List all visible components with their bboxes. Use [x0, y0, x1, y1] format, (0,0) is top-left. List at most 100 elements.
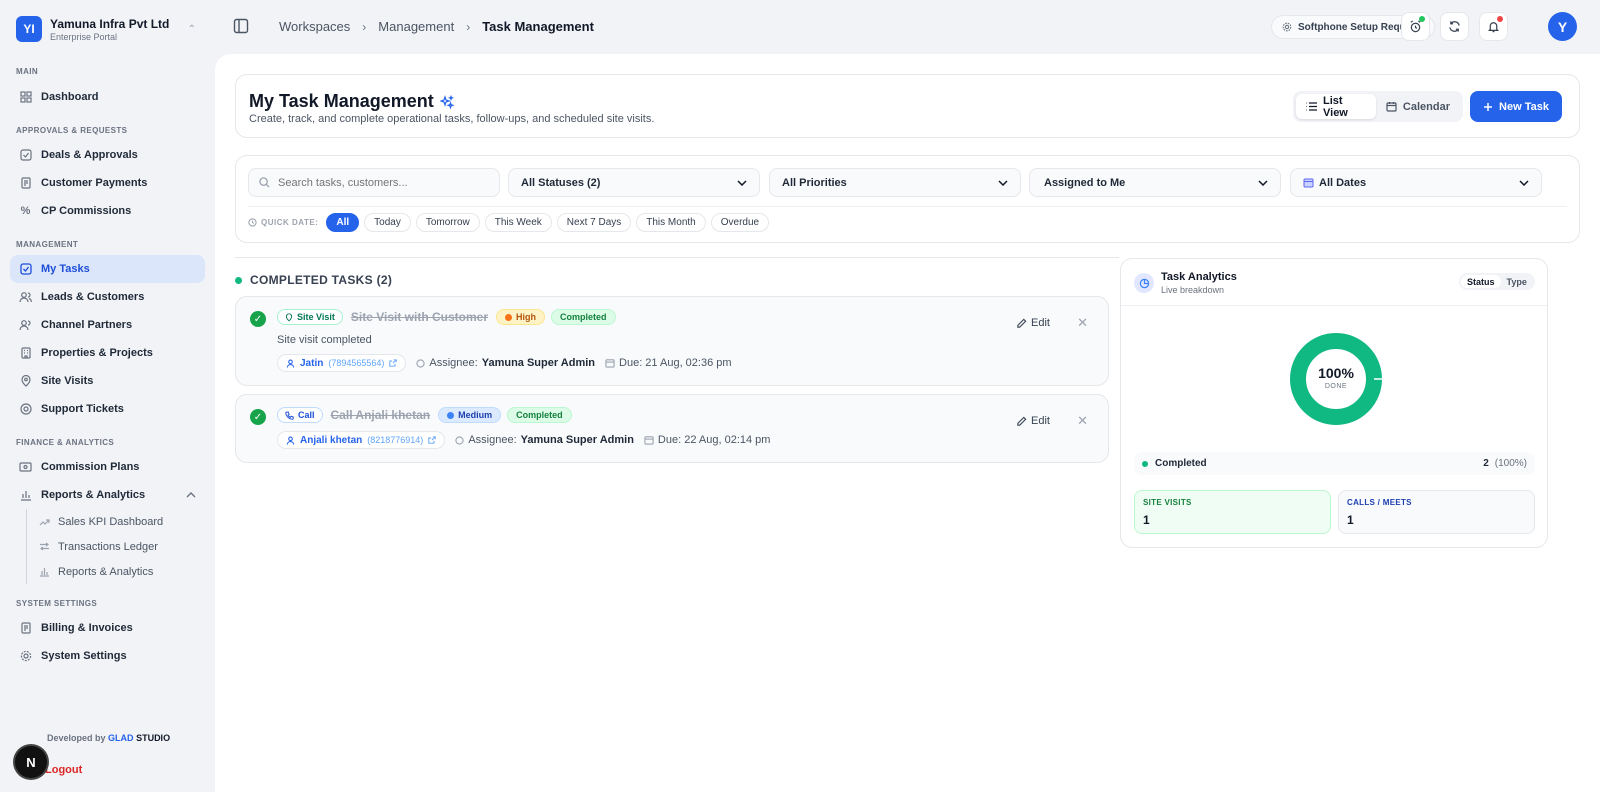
- edit-task-button[interactable]: Edit: [1016, 415, 1050, 427]
- developer-credit-studio: STUDIO: [136, 733, 171, 743]
- sidebar-item-leads[interactable]: Leads & Customers: [10, 283, 205, 311]
- task-card[interactable]: ✓ Site Visit Site Visit with Customer Hi…: [235, 296, 1109, 386]
- site-visits-stat: SITE VISITS 1: [1134, 490, 1331, 534]
- sidebar-item-billing[interactable]: Billing & Invoices: [10, 614, 205, 642]
- customer-name: Jatin: [300, 357, 324, 369]
- stat-value: 1: [1347, 513, 1354, 527]
- check-circle-icon[interactable]: ✓: [250, 409, 266, 425]
- quick-date-today[interactable]: Today: [364, 213, 411, 232]
- analytics-tab-status[interactable]: Status: [1461, 275, 1501, 288]
- quick-date-this-month[interactable]: This Month: [636, 213, 706, 232]
- completion-label: DONE: [1324, 383, 1348, 390]
- status-badge: Completed: [551, 309, 616, 325]
- user-icon: [286, 359, 295, 368]
- new-task-button[interactable]: New Task: [1470, 91, 1562, 122]
- search-input[interactable]: [278, 176, 478, 189]
- chevron-down-icon: [1258, 179, 1268, 186]
- sidebar-item-properties[interactable]: Properties & Projects: [10, 339, 205, 367]
- sidebar-item-reports[interactable]: Reports & Analytics: [10, 481, 205, 509]
- sidebar-item-label: Reports & Analytics: [41, 489, 146, 501]
- check-circle-icon[interactable]: ✓: [250, 311, 266, 327]
- chevron-up-icon[interactable]: [186, 492, 196, 498]
- avatar[interactable]: Y: [1548, 12, 1577, 41]
- analytics-tab-type[interactable]: Type: [1501, 275, 1533, 288]
- alarm-button[interactable]: [1401, 12, 1430, 41]
- stat-label: CALLS / MEETS: [1347, 498, 1412, 507]
- sidebar-item-deals[interactable]: Deals & Approvals: [10, 141, 205, 169]
- sidebar-item-dashboard[interactable]: Dashboard: [10, 83, 205, 111]
- quick-date-all[interactable]: All: [326, 213, 360, 232]
- assignee-filter-select[interactable]: Assigned to Me: [1029, 168, 1281, 197]
- due-date: Due: 21 Aug, 02:36 pm: [619, 357, 732, 369]
- search-box[interactable]: [248, 168, 500, 197]
- priority-filter-select[interactable]: All Priorities: [769, 168, 1021, 197]
- quick-date-this-week[interactable]: This Week: [484, 213, 552, 232]
- legend-label: Completed: [1155, 458, 1207, 469]
- sidebar-item-my-tasks[interactable]: My Tasks: [10, 255, 205, 283]
- edit-label: Edit: [1031, 317, 1050, 329]
- calendar-icon: [1303, 177, 1314, 188]
- refresh-icon: [1448, 20, 1461, 33]
- close-icon[interactable]: ✕: [1077, 413, 1088, 429]
- list-view-label: List View: [1323, 94, 1348, 119]
- list-view-button[interactable]: List View: [1296, 94, 1376, 119]
- task-title-row: Call Call Anjali khetan Medium Completed: [277, 407, 572, 423]
- user-icon: [286, 436, 295, 445]
- sidebar-item-channel-partners[interactable]: Channel Partners: [10, 311, 205, 339]
- sidebar-subitem-reports[interactable]: Reports & Analytics: [35, 559, 205, 584]
- stat-label: SITE VISITS: [1143, 498, 1192, 507]
- notification-dot: [1497, 16, 1503, 22]
- sidebar-item-settings[interactable]: System Settings: [10, 642, 205, 670]
- dev-tools-badge[interactable]: N: [15, 746, 47, 778]
- due-wrap: Due: 22 Aug, 02:14 pm: [644, 434, 770, 446]
- priority-label: High: [516, 312, 536, 322]
- task-description: Site visit completed: [277, 334, 372, 346]
- sidebar-subitem-ledger[interactable]: Transactions Ledger: [35, 534, 205, 559]
- sidebar-toggle-icon[interactable]: [233, 18, 249, 34]
- task-type-label: Site Visit: [297, 312, 335, 322]
- task-title-row: Site Visit Site Visit with Customer High…: [277, 309, 616, 325]
- assignee-wrap: Assignee: Yamuna Super Admin: [455, 434, 634, 446]
- developer-credit-glad: GLAD: [108, 733, 134, 743]
- task-card[interactable]: ✓ Call Call Anjali khetan Medium Complet…: [235, 394, 1109, 463]
- map-pin-icon: [285, 312, 293, 322]
- map-pin-icon: [19, 375, 32, 388]
- external-link-icon: [389, 359, 398, 367]
- edit-task-button[interactable]: Edit: [1016, 317, 1050, 329]
- sidebar-item-commission-plans[interactable]: Commission Plans: [10, 453, 205, 481]
- notifications-button[interactable]: [1479, 12, 1508, 41]
- date-filter-select[interactable]: All Dates: [1290, 168, 1542, 197]
- priority-filter-value: All Priorities: [782, 176, 847, 189]
- sidebar-item-site-visits[interactable]: Site Visits: [10, 367, 205, 395]
- task-meta: Jatin (7894565564) Assignee: Yamuna Supe…: [277, 354, 732, 372]
- quick-date-tomorrow[interactable]: Tomorrow: [415, 213, 480, 232]
- page-header-card: My Task Management Create, track, and co…: [235, 74, 1580, 138]
- quick-date-overdue[interactable]: Overdue: [710, 213, 770, 232]
- sidebar-item-cp-commissions[interactable]: % CP Commissions: [10, 197, 205, 225]
- clock-icon: [248, 218, 257, 227]
- customer-link[interactable]: Anjali khetan (8218776914): [277, 431, 446, 449]
- sidebar-item-support[interactable]: Support Tickets: [10, 395, 205, 423]
- reports-submenu: Sales KPI Dashboard Transactions Ledger …: [26, 509, 205, 584]
- calendar-view-button[interactable]: Calendar: [1376, 94, 1460, 119]
- assignee-wrap: Assignee: Yamuna Super Admin: [416, 357, 595, 369]
- page-title: My Task Management: [249, 91, 434, 111]
- logout-button[interactable]: Logout: [45, 764, 82, 776]
- external-link-icon: [428, 436, 436, 444]
- workspace-switcher[interactable]: YI Yamuna Infra Pvt Ltd Enterprise Porta…: [16, 16, 196, 42]
- status-filter-select[interactable]: All Statuses (2): [508, 168, 760, 197]
- breadcrumb-workspaces[interactable]: Workspaces: [279, 19, 350, 34]
- customer-link[interactable]: Jatin (7894565564): [277, 354, 407, 372]
- refresh-button[interactable]: [1440, 12, 1469, 41]
- sidebar-subitem-sales-kpi[interactable]: Sales KPI Dashboard: [35, 509, 205, 534]
- close-icon[interactable]: ✕: [1077, 315, 1088, 331]
- quick-date-next-7-days[interactable]: Next 7 Days: [556, 213, 632, 232]
- sidebar-item-payments[interactable]: Customer Payments: [10, 169, 205, 197]
- sidebar-item-label: Commission Plans: [41, 461, 140, 473]
- nav-section-management: MANAGEMENT: [16, 240, 79, 249]
- priority-badge: High: [496, 309, 545, 325]
- completion-percent: 100%: [1318, 365, 1354, 381]
- breadcrumb-management[interactable]: Management: [378, 19, 454, 34]
- arrows-left-right-icon: [39, 542, 51, 551]
- filters-card: All Statuses (2) All Priorities Assigned…: [235, 155, 1580, 243]
